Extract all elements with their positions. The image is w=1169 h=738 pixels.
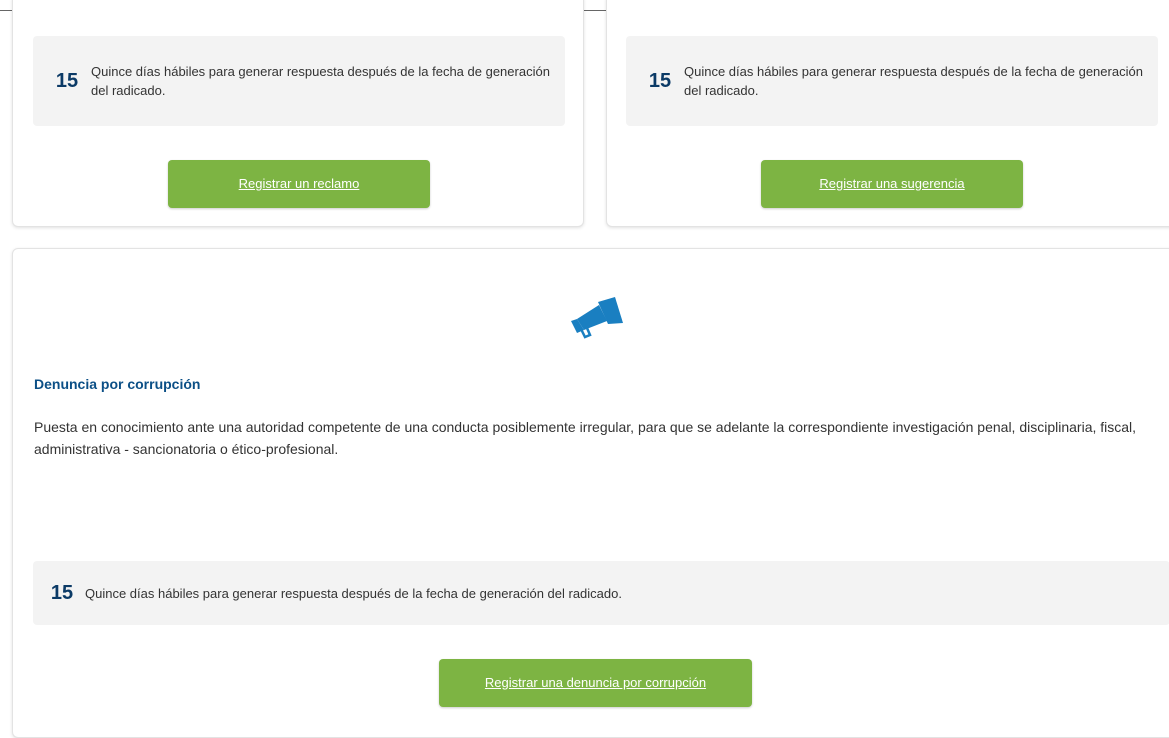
response-time-text: Quince días hábiles para generar respues… (684, 64, 1143, 98)
response-time-box: 15 Quince días hábiles para generar resp… (626, 36, 1158, 126)
response-time-box: 15 Quince días hábiles para generar resp… (33, 36, 565, 126)
response-time-text: Quince días hábiles para generar respues… (85, 585, 622, 601)
response-days: 15 (50, 581, 74, 604)
sugerencia-card: 15 Quince días hábiles para generar resp… (606, 0, 1169, 227)
response-time-box: 15 Quince días hábiles para generar resp… (33, 561, 1169, 625)
section-title: Denuncia por corrupción (34, 376, 201, 392)
section-description: Puesta en conocimiento ante una autorida… (34, 419, 1137, 457)
megaphone-icon (565, 293, 625, 339)
denuncia-card: Denuncia por corrupción Puesta en conoci… (12, 248, 1169, 738)
register-reclamo-button[interactable]: Registrar un reclamo (168, 160, 430, 208)
response-days: 15 (55, 69, 79, 92)
register-denuncia-button[interactable]: Registrar una denuncia por corrupción (439, 659, 752, 707)
reclamo-card: 15 Quince días hábiles para generar resp… (12, 0, 584, 227)
response-time-text: Quince días hábiles para generar respues… (91, 64, 550, 98)
response-days: 15 (648, 69, 672, 92)
register-sugerencia-button[interactable]: Registrar una sugerencia (761, 160, 1023, 208)
